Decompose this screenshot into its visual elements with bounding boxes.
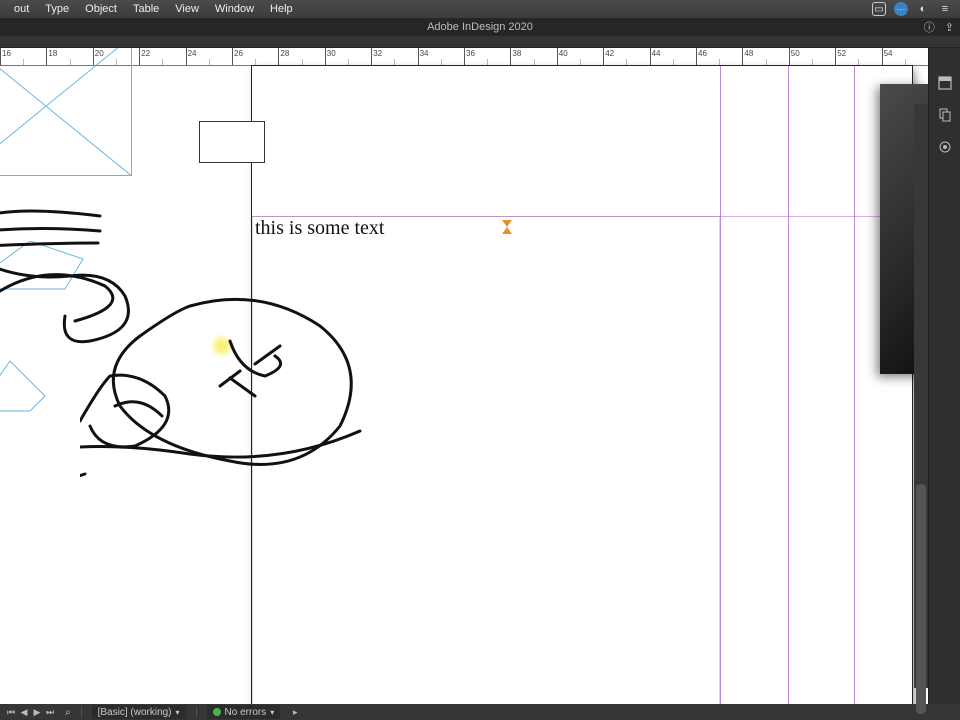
tray-cc-icon[interactable]: ⋯: [892, 0, 910, 18]
open-dialog-icon[interactable]: ⌕: [65, 707, 71, 718]
app-titlebar: Adobe InDesign 2020 ⓘ ⇪: [0, 18, 960, 36]
menu-object[interactable]: Object: [77, 3, 125, 15]
text-frame[interactable]: this is some text: [252, 216, 512, 242]
workarea: 1618202224262830323436384042444648505254…: [0, 48, 960, 704]
menu-view[interactable]: View: [167, 3, 207, 15]
separator: [196, 707, 197, 717]
preflight-ok-icon: [213, 708, 221, 716]
right-panel-rail[interactable]: [928, 48, 960, 704]
separator: [81, 707, 82, 717]
tray-display-icon[interactable]: ▭: [870, 0, 888, 18]
pages-panel-icon[interactable]: [936, 106, 954, 124]
preflight-menu-icon[interactable]: ▸: [290, 707, 300, 717]
text-frame-content: this is some text: [255, 217, 384, 239]
cc-libraries-icon[interactable]: [936, 138, 954, 156]
menu-out[interactable]: out: [6, 3, 37, 15]
preflight-status[interactable]: No errors ▾: [207, 705, 281, 719]
menu-window[interactable]: Window: [207, 3, 262, 15]
menu-type[interactable]: Type: [37, 3, 77, 15]
vertical-scrollbar[interactable]: [914, 104, 928, 688]
app-title: Adobe InDesign 2020: [427, 21, 533, 33]
guide-vertical-3[interactable]: [854, 66, 855, 704]
pasteboard[interactable]: this is some text: [0, 66, 928, 704]
doc-status-label: [Basic] (working): [98, 707, 172, 718]
first-page-icon[interactable]: ⏮: [6, 707, 16, 717]
last-page-icon[interactable]: ⏭: [45, 707, 55, 717]
menu-help[interactable]: Help: [262, 3, 301, 15]
macos-menubar[interactable]: out Type Object Table View Window Help ▭…: [0, 0, 960, 18]
page-navigator[interactable]: ⏮ ◀ ▶ ⏭: [6, 707, 55, 717]
properties-panel-icon[interactable]: [936, 74, 954, 92]
doc-status-dropdown[interactable]: [Basic] (working) ▾: [92, 705, 186, 719]
preflight-label: No errors: [225, 707, 267, 718]
tray-siri-icon[interactable]: ≡: [936, 0, 954, 18]
scrollbar-thumb[interactable]: [916, 484, 926, 714]
guide-vertical[interactable]: [720, 66, 721, 704]
chevron-down-icon: ▾: [270, 708, 274, 717]
freehand-scribble-2[interactable]: [80, 286, 380, 486]
chevron-down-icon: ▾: [176, 708, 180, 717]
canvas[interactable]: 1618202224262830323436384042444648505254…: [0, 48, 928, 704]
prev-page-icon[interactable]: ◀: [19, 707, 29, 717]
control-strip[interactable]: [0, 36, 960, 48]
column-break-marker-icon: [502, 220, 512, 234]
guide-vertical-2[interactable]: [788, 66, 789, 704]
menu-table[interactable]: Table: [125, 3, 167, 15]
tray-sync-icon[interactable]: ◐: [914, 0, 932, 18]
ruler-horizontal[interactable]: 1618202224262830323436384042444648505254…: [0, 48, 928, 66]
empty-graphic-frame[interactable]: [0, 48, 132, 176]
lightbulb-icon[interactable]: ⓘ: [924, 19, 935, 35]
share-icon[interactable]: ⇪: [945, 21, 954, 34]
rect-frame[interactable]: [199, 121, 265, 163]
statusbar: ⏮ ◀ ▶ ⏭ ⌕ [Basic] (working) ▾ No errors …: [0, 704, 960, 720]
next-page-icon[interactable]: ▶: [32, 707, 42, 717]
